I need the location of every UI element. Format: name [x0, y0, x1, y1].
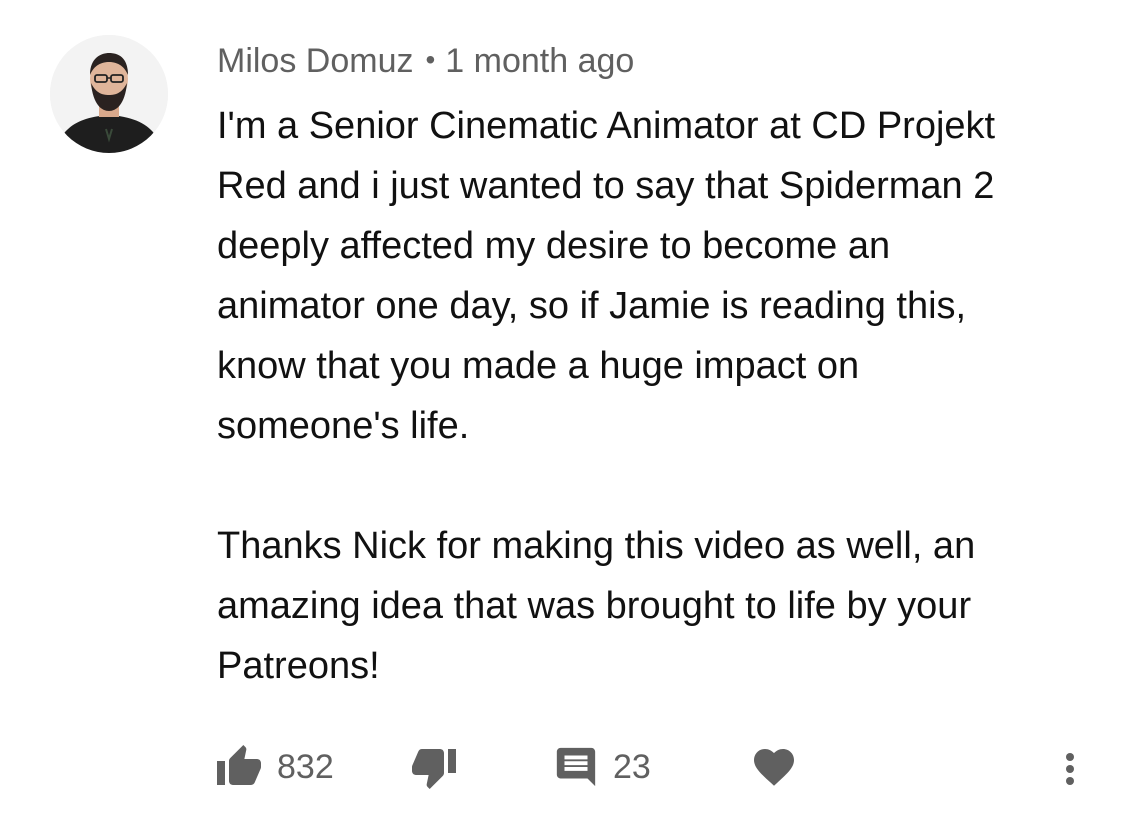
- avatar[interactable]: [50, 35, 168, 153]
- comment-card: Milos Domuz • 1 month ago I'm a Senior Cin…: [0, 0, 1125, 840]
- like-button[interactable]: 832: [215, 735, 334, 799]
- comment-icon: [553, 744, 599, 790]
- dislike-button[interactable]: [410, 735, 458, 799]
- reply-button[interactable]: 23: [553, 735, 651, 799]
- heart-icon: [750, 743, 798, 791]
- more-options-button[interactable]: [1058, 735, 1082, 799]
- comment-line: animator one day, so if Jamie is reading…: [217, 285, 967, 327]
- heart-button[interactable]: [750, 735, 798, 799]
- header-separator: •: [425, 44, 436, 75]
- thumbs-down-icon: [410, 743, 458, 791]
- reply-count: 23: [613, 748, 651, 786]
- comment-header: Milos Domuz • 1 month ago: [217, 38, 634, 83]
- comment-line: know that you made a huge impact on: [217, 345, 860, 387]
- avatar-image: [50, 35, 168, 153]
- comment-line: Red and i just wanted to say that Spider…: [217, 165, 995, 207]
- comment-line: I'm a Senior Cinematic Animator at CD Pr…: [217, 105, 996, 147]
- author-name[interactable]: Milos Domuz: [217, 42, 413, 80]
- like-count: 832: [277, 748, 334, 786]
- comment-timestamp[interactable]: 1 month ago: [445, 42, 634, 80]
- comment-line: Patreons!: [217, 645, 380, 687]
- comment-line: Thanks Nick for making this video as wel…: [217, 525, 976, 567]
- thumbs-up-icon: [215, 743, 263, 791]
- comment-text: I'm a Senior Cinematic Animator at CD Pr…: [217, 96, 1097, 696]
- comment-line: someone's life.: [217, 405, 470, 447]
- comment-line: amazing idea that was brought to life by…: [217, 585, 972, 627]
- more-vertical-icon: [1058, 743, 1082, 791]
- comment-actions: 832 23: [0, 735, 1125, 799]
- comment-line: deeply affected my desire to become an: [217, 225, 891, 267]
